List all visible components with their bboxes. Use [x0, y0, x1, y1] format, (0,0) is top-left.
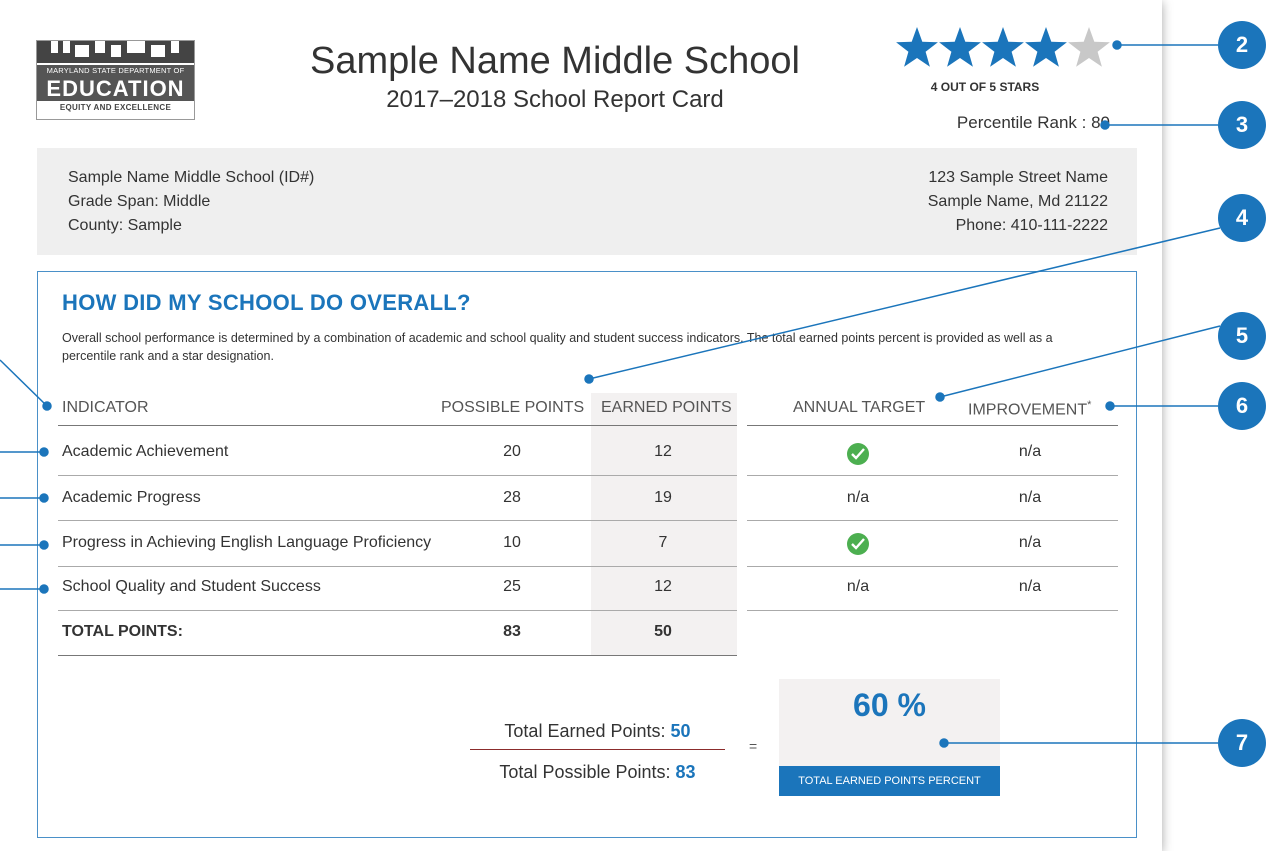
callout-3: 3	[1218, 101, 1266, 149]
callout-7: 7	[1218, 719, 1266, 767]
callout-5: 5	[1218, 312, 1266, 360]
callout-leader-lines	[0, 40, 1221, 748]
callout-4: 4	[1218, 194, 1266, 242]
callout-2: 2	[1218, 21, 1266, 69]
callout-6: 6	[1218, 382, 1266, 430]
